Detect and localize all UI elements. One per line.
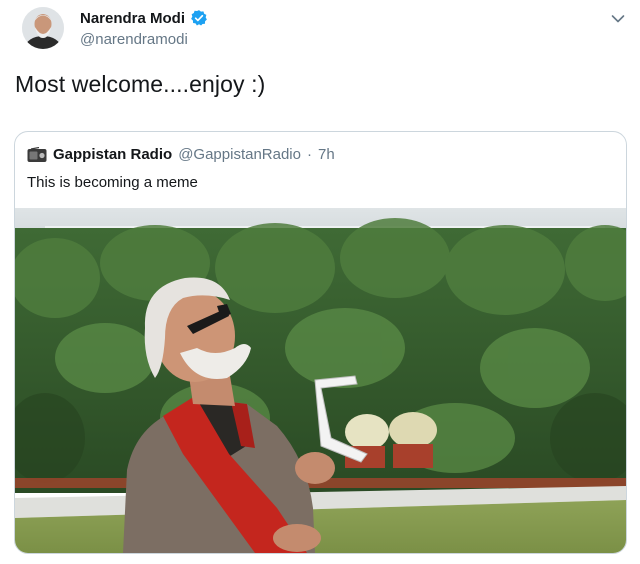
verified-badge-icon xyxy=(190,9,208,27)
chevron-down-icon[interactable] xyxy=(609,10,627,28)
separator-dot: · xyxy=(307,146,312,163)
quoted-tweet-time[interactable]: 7h xyxy=(318,146,335,163)
tweet-text: Most welcome....enjoy :) xyxy=(15,71,266,97)
tweet: Narendra Modi @narendramodi Most welcome… xyxy=(0,0,640,564)
quoted-tweet-photo[interactable] xyxy=(15,208,626,553)
author-name[interactable]: Narendra Modi xyxy=(80,9,208,27)
author-avatar[interactable] xyxy=(22,7,64,49)
author-handle[interactable]: @narendramodi xyxy=(80,31,188,48)
quoted-tweet-text: This is becoming a meme xyxy=(27,174,198,191)
quoted-tweet-header: Gappistan Radio @GappistanRadio · 7h xyxy=(27,146,335,163)
author-name-text: Narendra Modi xyxy=(80,9,186,27)
quoted-author-handle[interactable]: @GappistanRadio xyxy=(178,146,301,163)
quoted-tweet-card[interactable]: Gappistan Radio @GappistanRadio · 7h Thi… xyxy=(14,131,627,554)
quoted-author-name[interactable]: Gappistan Radio xyxy=(53,146,172,163)
radio-icon xyxy=(27,146,47,163)
